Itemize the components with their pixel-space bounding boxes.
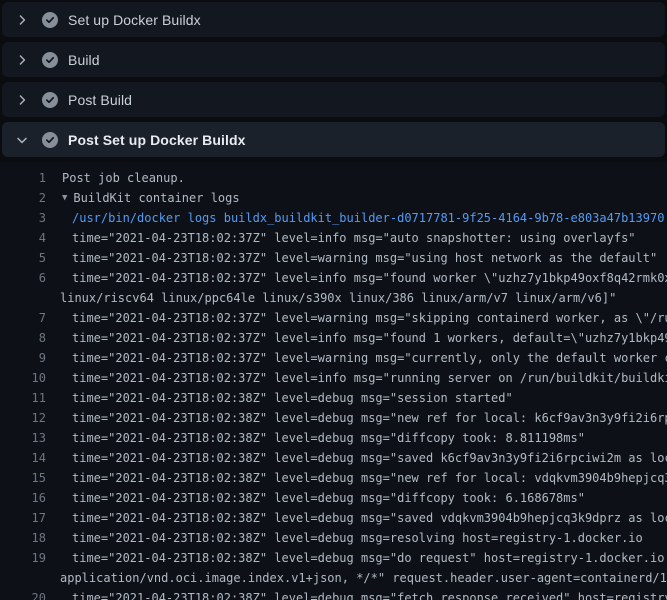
- step-row-build[interactable]: Build: [2, 42, 665, 77]
- log-text: linux/riscv64 linux/ppc64le linux/s390x …: [60, 288, 616, 308]
- line-number[interactable]: 18: [0, 528, 46, 548]
- log-line: 16 time="2021-04-23T18:02:38Z" level=debu…: [0, 488, 667, 508]
- chevron-right-icon: [14, 12, 30, 28]
- line-number[interactable]: 16: [0, 488, 46, 508]
- group-collapse-triangle-icon[interactable]: ▼: [62, 188, 67, 208]
- line-number[interactable]: 2: [0, 188, 46, 208]
- log-line: 7 time="2021-04-23T18:02:37Z" level=warni…: [0, 308, 667, 328]
- log-text: time="2021-04-23T18:02:37Z" level=info m…: [72, 228, 636, 248]
- check-circle-icon: [42, 52, 58, 68]
- log-line: 6 time="2021-04-23T18:02:37Z" level=info …: [0, 268, 667, 288]
- log-text: time="2021-04-23T18:02:38Z" level=debug …: [72, 488, 585, 508]
- log-line: 2 ▼ BuildKit container logs: [0, 188, 667, 208]
- line-number[interactable]: 13: [0, 428, 46, 448]
- log-line-continuation: linux/riscv64 linux/ppc64le linux/s390x …: [0, 288, 667, 308]
- line-number[interactable]: 5: [0, 248, 46, 268]
- check-circle-icon: [42, 92, 58, 108]
- log-text: time="2021-04-23T18:02:38Z" level=debug …: [72, 468, 667, 488]
- line-number[interactable]: 10: [0, 368, 46, 388]
- log-text: time="2021-04-23T18:02:37Z" level=warnin…: [72, 348, 667, 368]
- line-number[interactable]: 4: [0, 228, 46, 248]
- line-number[interactable]: 9: [0, 348, 46, 368]
- log-line: 5 time="2021-04-23T18:02:37Z" level=warni…: [0, 248, 667, 268]
- log-line: 17 time="2021-04-23T18:02:38Z" level=debu…: [0, 508, 667, 528]
- log-line-continuation: application/vnd.oci.image.index.v1+json,…: [0, 568, 667, 588]
- log-text: time="2021-04-23T18:02:37Z" level=info m…: [72, 368, 667, 388]
- log-text: Post job cleanup.: [62, 168, 185, 188]
- check-circle-icon: [42, 132, 58, 148]
- log-text: time="2021-04-23T18:02:38Z" level=debug …: [72, 548, 667, 568]
- log-line: 14 time="2021-04-23T18:02:38Z" level=debu…: [0, 448, 667, 468]
- chevron-right-icon: [14, 92, 30, 108]
- chevron-right-icon: [14, 52, 30, 68]
- log-text: time="2021-04-23T18:02:38Z" level=debug …: [72, 388, 513, 408]
- line-number[interactable]: 17: [0, 508, 46, 528]
- log-text: time="2021-04-23T18:02:38Z" level=debug …: [72, 428, 585, 448]
- step-label: Post Set up Docker Buildx: [68, 132, 246, 148]
- log-line: 8 time="2021-04-23T18:02:37Z" level=info …: [0, 328, 667, 348]
- log-command-text: /usr/bin/docker logs buildx_buildkit_bui…: [72, 208, 664, 228]
- line-number[interactable]: 3: [0, 208, 46, 228]
- line-number[interactable]: 8: [0, 328, 46, 348]
- log-text: time="2021-04-23T18:02:37Z" level=warnin…: [72, 308, 667, 328]
- log-text: time="2021-04-23T18:02:37Z" level=info m…: [72, 328, 667, 348]
- log-text: time="2021-04-23T18:02:37Z" level=warnin…: [72, 248, 657, 268]
- log-line: 15 time="2021-04-23T18:02:38Z" level=debu…: [0, 468, 667, 488]
- log-text: time="2021-04-23T18:02:37Z" level=info m…: [72, 268, 667, 288]
- log-text[interactable]: BuildKit container logs: [73, 188, 239, 208]
- log-text: time="2021-04-23T18:02:38Z" level=debug …: [72, 528, 643, 548]
- line-number[interactable]: 7: [0, 308, 46, 328]
- step-label: Set up Docker Buildx: [68, 12, 201, 28]
- log-line: 4 time="2021-04-23T18:02:37Z" level=info …: [0, 228, 667, 248]
- step-row-post-build[interactable]: Post Build: [2, 82, 665, 117]
- log-line: 1 Post job cleanup.: [0, 168, 667, 188]
- line-number[interactable]: 20: [0, 588, 46, 600]
- line-number: [0, 568, 46, 588]
- line-number[interactable]: 1: [0, 168, 46, 188]
- log-line: 9 time="2021-04-23T18:02:37Z" level=warni…: [0, 348, 667, 368]
- log-line: 11 time="2021-04-23T18:02:38Z" level=debu…: [0, 388, 667, 408]
- check-circle-icon: [42, 12, 58, 28]
- line-number[interactable]: 14: [0, 448, 46, 468]
- log-line: 3/usr/bin/docker logs buildx_buildkit_bu…: [0, 208, 667, 228]
- line-number[interactable]: 11: [0, 388, 46, 408]
- log-panel: 1 Post job cleanup. 2 ▼ BuildKit container l…: [0, 162, 667, 600]
- step-label: Post Build: [68, 92, 132, 108]
- log-text: time="2021-04-23T18:02:38Z" level=debug …: [72, 508, 667, 528]
- line-number[interactable]: 19: [0, 548, 46, 568]
- chevron-down-icon: [14, 132, 30, 148]
- log-line: 20 time="2021-04-23T18:02:38Z" level=debu…: [0, 588, 667, 600]
- log-line: 13 time="2021-04-23T18:02:38Z" level=debu…: [0, 428, 667, 448]
- actions-log-viewer: Set up Docker Buildx Build Post Build Post …: [0, 0, 667, 600]
- log-line: 12 time="2021-04-23T18:02:38Z" level=debu…: [0, 408, 667, 428]
- step-list: Set up Docker Buildx Build Post Build Post …: [0, 0, 667, 162]
- log-text: time="2021-04-23T18:02:38Z" level=debug …: [72, 448, 667, 468]
- line-number[interactable]: 12: [0, 408, 46, 428]
- log-line: 19 time="2021-04-23T18:02:38Z" level=debu…: [0, 548, 667, 568]
- step-row-post-set-up-docker-buildx[interactable]: Post Set up Docker Buildx: [2, 122, 665, 157]
- line-number[interactable]: 6: [0, 268, 46, 288]
- log-text: time="2021-04-23T18:02:38Z" level=debug …: [72, 588, 667, 600]
- step-label: Build: [68, 52, 100, 68]
- step-row-set-up-docker-buildx[interactable]: Set up Docker Buildx: [2, 2, 665, 37]
- log-line: 10 time="2021-04-23T18:02:37Z" level=info…: [0, 368, 667, 388]
- line-number[interactable]: 15: [0, 468, 46, 488]
- line-number: [0, 288, 46, 308]
- log-text: application/vnd.oci.image.index.v1+json,…: [60, 568, 667, 588]
- log-text: time="2021-04-23T18:02:38Z" level=debug …: [72, 408, 667, 428]
- log-line: 18 time="2021-04-23T18:02:38Z" level=debu…: [0, 528, 667, 548]
